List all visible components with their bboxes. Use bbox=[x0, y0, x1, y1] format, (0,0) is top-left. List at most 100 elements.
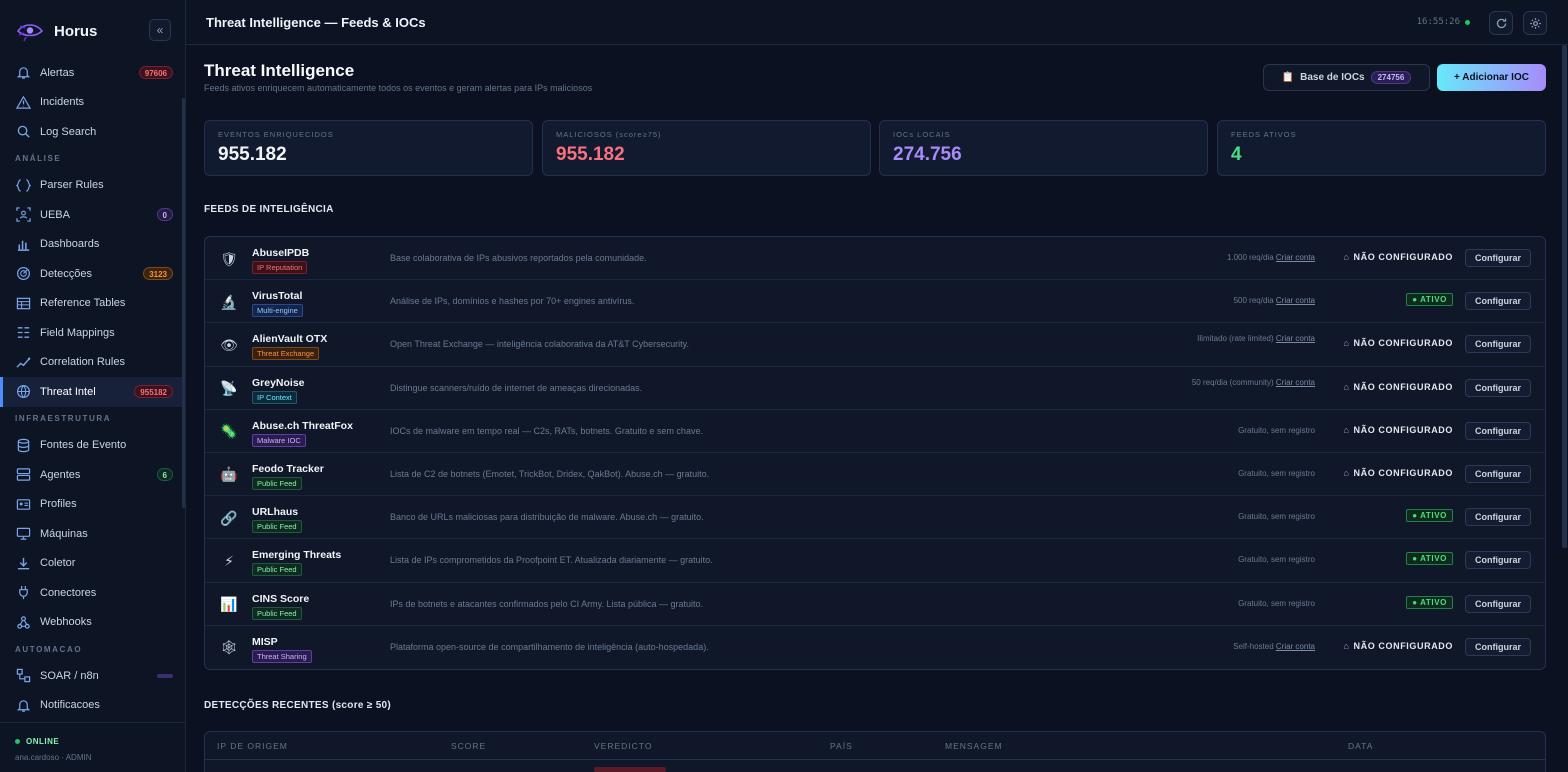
sidebar-item-notificacoes[interactable]: Notificacoes bbox=[0, 691, 186, 721]
sidebar-item-conectores[interactable]: Conectores bbox=[0, 578, 186, 608]
sidebar-item-reference-tables[interactable]: Reference Tables bbox=[0, 289, 186, 319]
settings-button[interactable] bbox=[1523, 11, 1547, 35]
feed-row: 👁 AlienVault OTX Threat Exchange Open Threa… bbox=[205, 323, 1545, 367]
create-account-link[interactable]: Criar conta bbox=[1276, 334, 1315, 343]
add-ioc-button[interactable]: + Adicionar IOC bbox=[1437, 64, 1546, 91]
configure-button[interactable]: Configurar bbox=[1465, 551, 1531, 570]
sidebar-item-correlation-rules[interactable]: Correlation Rules bbox=[0, 348, 186, 378]
configure-button[interactable]: Configurar bbox=[1465, 464, 1531, 483]
sidebar-item-coletor[interactable]: Coletor bbox=[0, 549, 186, 579]
create-account-link[interactable]: Criar conta bbox=[1276, 378, 1315, 387]
user-scan-icon bbox=[15, 207, 31, 223]
sidebar-item-alertas[interactable]: Alertas 97606 bbox=[0, 58, 186, 88]
brand[interactable]: Horus bbox=[16, 18, 97, 44]
rate-limit-text: Ilimitado (rate limited) bbox=[1197, 334, 1274, 344]
column-header-verdict[interactable]: VEREDICTO bbox=[594, 741, 652, 751]
sidebar-item-máquinas[interactable]: Máquinas bbox=[0, 519, 186, 549]
create-account-link[interactable]: Criar conta bbox=[1276, 253, 1315, 262]
feed-status-text: NÃO CONFIGURADO bbox=[1353, 381, 1453, 392]
configure-button[interactable]: Configurar bbox=[1465, 637, 1531, 656]
feed-row: 🕸 MISP Threat Sharing Plataforma open-sourc… bbox=[205, 626, 1545, 669]
sidebar-item-profiles[interactable]: Profiles bbox=[0, 490, 186, 520]
count-badge: 955182 bbox=[134, 385, 173, 398]
feed-status-text: NÃO CONFIGURADO bbox=[1353, 252, 1453, 262]
sidebar-footer: ONLINE ana.cardoso · ADMIN bbox=[0, 722, 186, 772]
sidebar-item-threat-intel[interactable]: Threat Intel 955182 bbox=[0, 377, 186, 407]
sidebar-item-field-mappings[interactable]: Field Mappings bbox=[0, 318, 186, 348]
feed-category-tag: Public Feed bbox=[252, 476, 302, 490]
configure-button[interactable]: Configurar bbox=[1465, 421, 1531, 440]
feed-name: VirusTotal bbox=[252, 290, 303, 303]
feed-rate-limit: Gratuito, sem registro bbox=[1185, 426, 1315, 436]
column-header-source-ip[interactable]: IP DE ORIGEM bbox=[217, 741, 288, 751]
sidebar-item-webhooks[interactable]: Webhooks bbox=[0, 608, 186, 638]
feed-status-text: NÃO CONFIGURADO bbox=[1353, 640, 1453, 651]
clock: 16:55:26 bbox=[1417, 17, 1470, 27]
monitor-icon bbox=[15, 526, 31, 542]
feed-description: IOCs de malware em tempo real — C2s, RAT… bbox=[390, 425, 703, 436]
create-account-link[interactable]: Criar conta bbox=[1276, 296, 1315, 305]
mapping-icon bbox=[15, 325, 31, 341]
feed-category-tag: IP Context bbox=[252, 390, 297, 404]
download-icon bbox=[15, 555, 31, 571]
rate-limit-text: Gratuito, sem registro bbox=[1238, 555, 1315, 565]
column-header-score[interactable]: SCORE bbox=[451, 741, 486, 751]
feed-status-badge: ⌂ NÃO CONFIGURADO bbox=[1343, 468, 1453, 478]
bolt-icon: ⚡ bbox=[224, 552, 234, 569]
configure-button[interactable]: Configurar bbox=[1465, 378, 1531, 397]
feed-row: 🦠 Abuse.ch ThreatFox Malware IOC IOCs de ma… bbox=[205, 410, 1545, 453]
feed-description: Banco de URLs maliciosas para distribuiç… bbox=[390, 512, 704, 523]
plug-icon bbox=[15, 585, 31, 601]
sidebar-item-log-search[interactable]: Log Search bbox=[0, 117, 186, 147]
ioc-base-button[interactable]: 📋 Base de IOCs 274756 bbox=[1263, 64, 1430, 91]
collapse-sidebar-button[interactable]: « bbox=[149, 19, 171, 41]
feed-description: Distingue scanners/ruído de internet de … bbox=[390, 382, 643, 393]
sidebar-item-soar-n8n[interactable]: SOAR / n8n bbox=[0, 661, 186, 691]
nav-section-heading: AUTOMACAO bbox=[15, 644, 83, 654]
configure-button[interactable]: Configurar bbox=[1465, 594, 1531, 613]
column-header-message[interactable]: MENSAGEM bbox=[945, 741, 1003, 751]
refresh-button[interactable] bbox=[1489, 11, 1513, 35]
sidebar-item-fontes-de-evento[interactable]: Fontes de Evento bbox=[0, 431, 186, 461]
live-dot-icon bbox=[1465, 19, 1470, 25]
sidebar-item-label: Fontes de Evento bbox=[40, 439, 127, 452]
column-header-country[interactable]: PAÍS bbox=[830, 741, 853, 751]
configure-button[interactable]: Configurar bbox=[1465, 335, 1531, 354]
column-header-date[interactable]: DATA bbox=[1348, 741, 1373, 751]
sidebar-item-agentes[interactable]: Agentes 6 bbox=[0, 460, 186, 490]
feed-status-badge: ⌂ NÃO CONFIGURADO bbox=[1343, 641, 1453, 651]
rate-limit-text: Self-hosted bbox=[1233, 641, 1274, 651]
sidebar-item-incidents[interactable]: Incidents bbox=[0, 88, 186, 118]
configure-button[interactable]: Configurar bbox=[1465, 292, 1531, 311]
configure-button[interactable]: Configurar bbox=[1465, 249, 1531, 267]
clock-time: 16:55:26 bbox=[1416, 17, 1460, 27]
rate-limit-text: 50 req/dia (community) bbox=[1191, 377, 1274, 387]
bar-chart-icon bbox=[15, 236, 31, 252]
kpi-enriched-events: EVENTOS ENRIQUECIDOS 955.182 bbox=[204, 120, 533, 176]
feed-row: 🔬 VirusTotal Multi-engine Análise de IPs, d… bbox=[205, 280, 1545, 324]
create-account-link[interactable]: Criar conta bbox=[1276, 642, 1315, 651]
workflow-icon bbox=[15, 668, 31, 684]
feed-rate-limit: Self-hosted Criar conta bbox=[1185, 642, 1315, 652]
sidebar-item-label: Reference Tables bbox=[40, 297, 126, 310]
main-scrollbar[interactable] bbox=[1562, 45, 1567, 548]
sidebar-item-ueba[interactable]: UEBA 0 bbox=[0, 200, 186, 230]
feed-rate-limit: Gratuito, sem registro bbox=[1185, 555, 1315, 565]
rate-limit-text: Gratuito, sem registro bbox=[1238, 598, 1315, 608]
sidebar-item-label: Profiles bbox=[40, 498, 77, 511]
sidebar-item-detecções[interactable]: Detecções 3123 bbox=[0, 259, 186, 289]
sidebar-scrollbar[interactable] bbox=[182, 98, 185, 508]
feed-name: GreyNoise bbox=[252, 376, 305, 389]
page-subtitle: Feeds ativos enriquecem automaticamente … bbox=[204, 83, 593, 93]
configure-button[interactable]: Configurar bbox=[1465, 508, 1531, 527]
feed-row: 🛡 AbuseIPDB IP Reputation Base colaborativa… bbox=[205, 237, 1545, 281]
feed-name: URLhaus bbox=[252, 506, 299, 519]
sidebar-item-parser-rules[interactable]: Parser Rules bbox=[0, 171, 186, 201]
feed-status-badge: ⌂ NÃO CONFIGURADO bbox=[1343, 382, 1453, 392]
feed-rate-limit: 50 req/dia (community) Criar conta bbox=[1185, 378, 1315, 388]
feed-rate-limit: Gratuito, sem registro bbox=[1185, 469, 1315, 479]
sidebar-item-dashboards[interactable]: Dashboards bbox=[0, 230, 186, 260]
webhook-icon bbox=[15, 614, 31, 630]
count-badge: 0 bbox=[156, 208, 173, 221]
horus-eye-logo bbox=[16, 24, 44, 42]
